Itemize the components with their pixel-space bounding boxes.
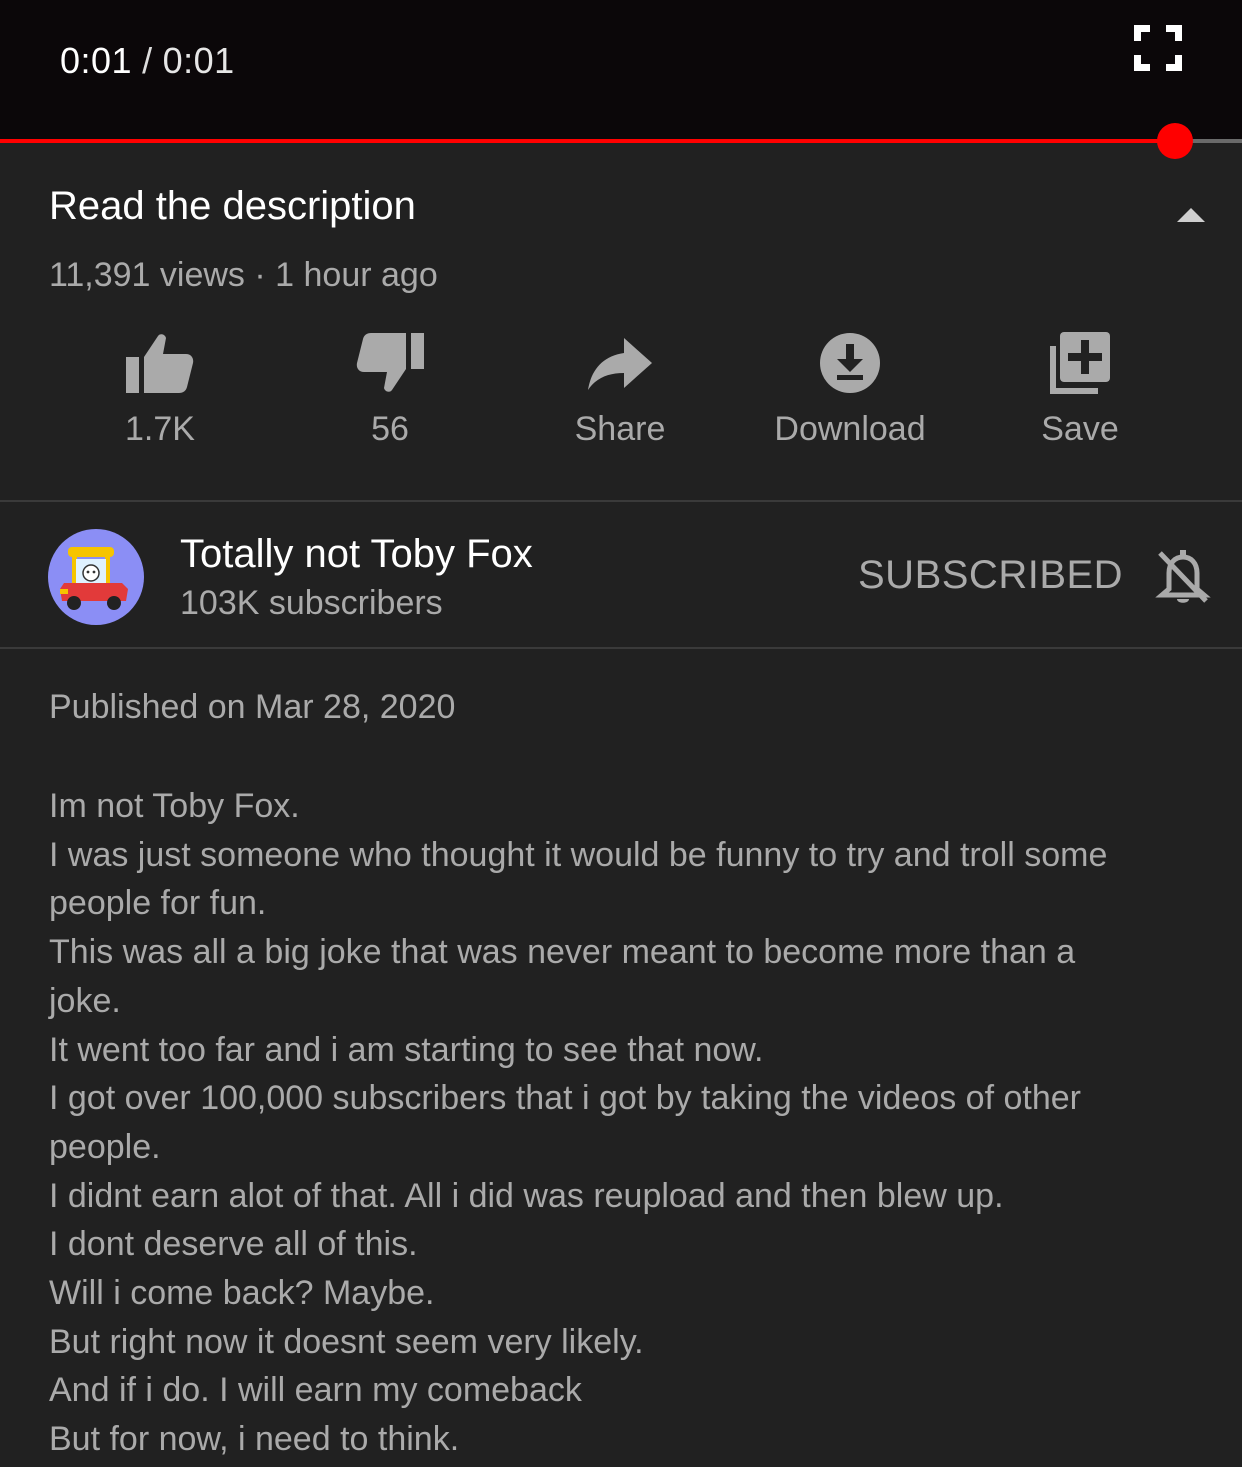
description-line: Im not Toby Fox.: [49, 787, 300, 825]
subscriber-count: 103K subscribers: [180, 584, 443, 622]
description-line: This was all a big joke that was never m…: [49, 933, 1076, 972]
published-date: Published on Mar 28, 2020: [49, 688, 456, 726]
subscribed-button[interactable]: SUBSCRIBED: [858, 553, 1123, 598]
download-button[interactable]: Download: [735, 330, 965, 449]
video-meta: 11,391 views · 1 hour ago: [49, 256, 438, 294]
description-line: I was just someone who thought it would …: [49, 835, 1108, 874]
time-separator: /: [142, 40, 153, 81]
car-avatar-image: [60, 547, 128, 610]
save-button[interactable]: Save: [965, 330, 1195, 449]
divider: [0, 500, 1242, 502]
save-label: Save: [1041, 410, 1119, 448]
description-line: Will i come back? Maybe.: [49, 1274, 435, 1313]
dislike-count: 56: [371, 410, 409, 448]
progress-fill: [0, 139, 1175, 143]
current-time: 0:01: [60, 40, 133, 81]
download-icon: [820, 333, 880, 393]
dislike-button[interactable]: 56: [275, 330, 505, 449]
duration: 0:01: [162, 40, 235, 81]
download-label: Download: [774, 410, 926, 448]
time-display: 0:01/0:01: [60, 40, 235, 82]
action-bar: 1.7K 56 Share Download Save: [45, 330, 1195, 470]
description-line: people for fun.: [49, 884, 267, 923]
avatar[interactable]: [48, 529, 144, 625]
share-label: Share: [574, 410, 666, 448]
video-title[interactable]: Read the description: [49, 184, 416, 229]
description-line: people.: [49, 1127, 161, 1166]
description-line: I didnt earn alot of that. All i did was…: [49, 1176, 1004, 1215]
progress-bar[interactable]: [0, 123, 1242, 159]
like-button[interactable]: 1.7K: [45, 330, 275, 449]
playlist-add-icon: [1050, 332, 1110, 394]
notifications-off-bell-icon[interactable]: [1154, 547, 1212, 607]
video-player[interactable]: 0:01/0:01: [0, 0, 1242, 140]
description-line: And if i do. I will earn my comeback: [49, 1371, 582, 1410]
description-line: It went too far and i am starting to see…: [49, 1030, 764, 1069]
scrubber-handle[interactable]: [1156, 123, 1193, 159]
divider: [0, 647, 1242, 649]
description-line: joke.: [49, 981, 121, 1020]
thumbs-down-icon: [356, 333, 424, 392]
collapse-icon[interactable]: [1174, 204, 1208, 224]
fullscreen-icon[interactable]: [1134, 25, 1182, 71]
share-icon: [588, 338, 652, 390]
share-button[interactable]: Share: [505, 330, 735, 449]
thumbs-up-icon: [126, 334, 194, 393]
description-line: But right now it doesnt seem very likely…: [49, 1322, 644, 1361]
description-line: I dont deserve all of this.: [49, 1225, 418, 1264]
description-text: Im not Toby Fox. I was just someone who …: [49, 782, 1199, 1464]
description-line: I got over 100,000 subscribers that i go…: [49, 1079, 1081, 1118]
channel-name[interactable]: Totally not Toby Fox: [180, 532, 533, 577]
description-line: But for now, i need to think.: [49, 1420, 460, 1459]
like-count: 1.7K: [125, 410, 195, 448]
